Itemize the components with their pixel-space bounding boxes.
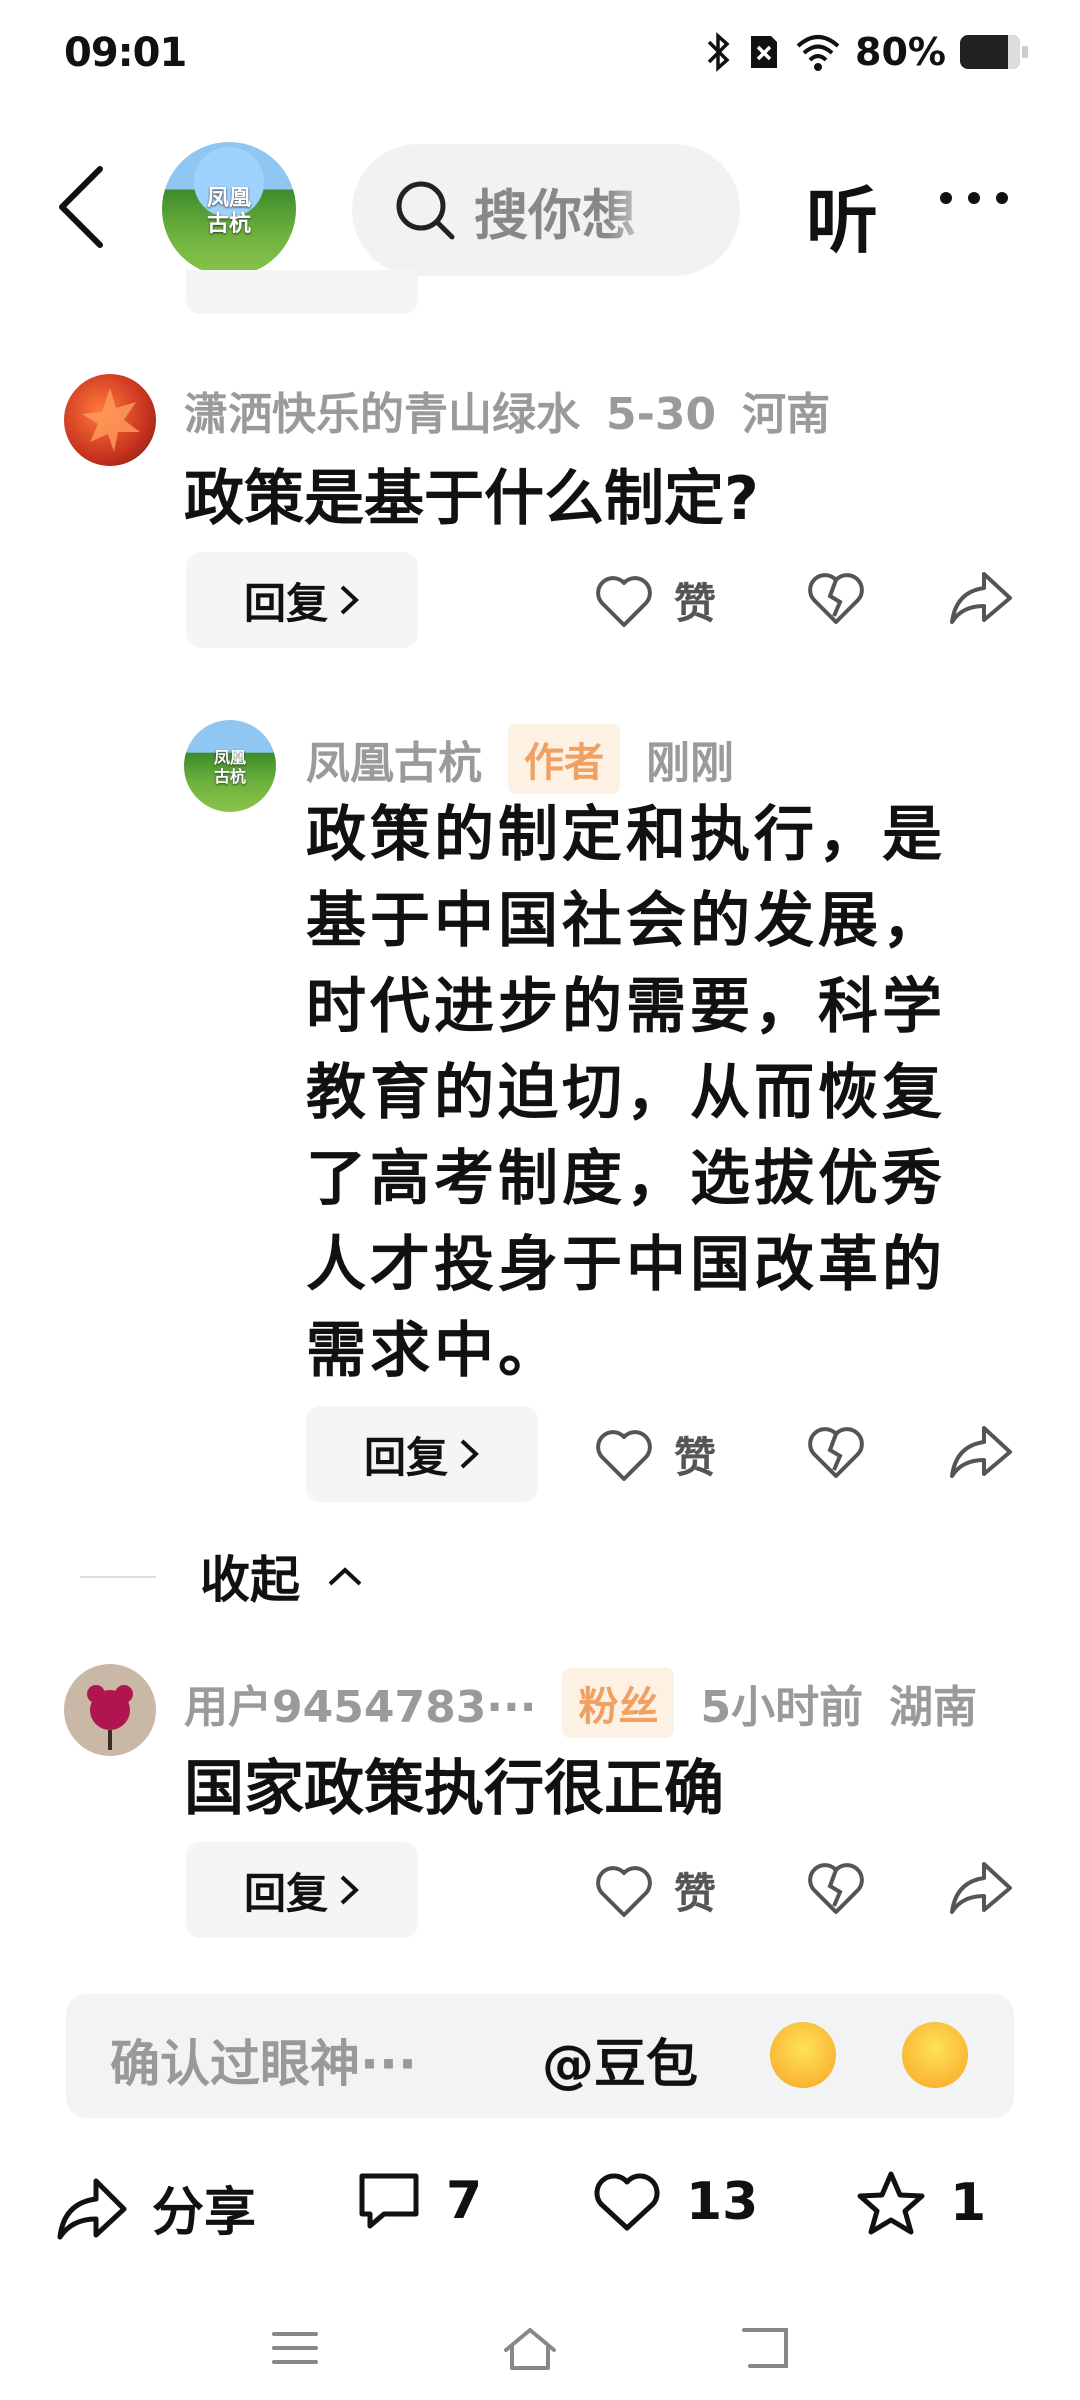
like-count: 13 [686,2172,759,2232]
maple-leaf-icon [82,388,140,452]
dislike-heart-icon[interactable] [806,1860,866,1916]
author-badge: 作者 [508,724,620,794]
favorite-count: 1 [950,2173,987,2233]
reply-button[interactable]: 回复 [186,1842,418,1938]
comment-date: 5小时前 [700,1682,864,1733]
comment-username[interactable]: 凤凰古杭 [306,727,482,791]
system-navigation-bar [0,2320,1080,2380]
like-label: 赞 [674,1869,717,1918]
comment-text: 国家政策执行很正确 [184,1754,724,1824]
comment-meta: 潇洒快乐的青山绿水 5-30 河南 [184,378,856,442]
reply-label: 回复 [363,1432,448,1482]
divider [80,1576,156,1578]
like-button[interactable]: 赞 [594,570,716,631]
share-action[interactable]: 分享 [56,2170,256,2245]
share-icon[interactable] [948,1858,1014,1918]
share-icon [57,2178,127,2239]
search-box[interactable]: 搜你想 [352,144,740,276]
wifi-icon [796,35,840,71]
status-icons: 80% [705,30,1028,74]
like-label: 赞 [674,1433,717,1482]
grin-emoji-icon[interactable] [770,2022,836,2088]
chevron-right-icon [340,585,359,615]
bottom-action-bar: 分享 7 13 1 [0,2158,1080,2268]
search-placeholder: 搜你想 [474,183,636,247]
reply-label: 回复 [243,1868,328,1918]
like-button[interactable]: 赞 [594,1424,716,1485]
comment-meta: 用户9454783··· 粉丝 5小时前 湖南 [184,1668,1003,1738]
share-label: 分享 [152,2183,257,2243]
share-icon[interactable] [948,1422,1014,1482]
chevron-up-icon [328,1567,362,1586]
like-button[interactable]: 赞 [594,1860,716,1921]
menu-nav-icon[interactable] [270,2326,320,2370]
avatar-text-line2: 古杭 [206,212,251,237]
comment-text: 政策是基于什么制定? [184,464,759,534]
dislike-heart-icon[interactable] [806,1424,866,1480]
mention-doubao-button[interactable]: @豆包 [542,2022,698,2097]
status-time: 09:01 [64,30,187,76]
heart-icon [596,575,652,627]
back-icon[interactable] [56,165,106,249]
comment-username[interactable]: 用户9454783··· [184,1671,536,1735]
chevron-right-icon [460,1439,479,1469]
heart-icon [596,1429,652,1481]
fan-badge: 粉丝 [562,1668,675,1738]
back-nav-icon[interactable] [740,2324,792,2372]
reply-button[interactable]: 回复 [186,552,418,648]
comment-date: 5-30 [606,389,717,440]
account-avatar[interactable]: 凤凰 古杭 [162,142,296,276]
comments-action[interactable]: 7 [356,2170,482,2232]
listen-button[interactable]: 听 [806,162,878,267]
comment-location: 河南 [742,389,831,440]
dislike-heart-icon[interactable] [806,570,866,626]
star-icon [857,2171,925,2235]
avatar-text-line1: 凤凰 [206,186,251,211]
avatar-text-line2: 古杭 [213,767,246,786]
comment-meta: 凤凰古杭 作者 刚刚 [306,724,760,794]
avatar-text-line1: 凤凰 [213,748,246,767]
input-placeholder: 确认过眼神··· [110,2035,417,2093]
more-icon[interactable] [940,192,1008,204]
comment-icon [359,2173,419,2229]
collapse-replies[interactable]: 收起 [80,1540,364,1612]
author-avatar[interactable]: 凤凰 古杭 [184,720,276,812]
bluetooth-icon [707,32,730,72]
flower-icon [87,1685,133,1750]
laugh-emoji-icon[interactable] [902,2022,968,2088]
avatar[interactable] [64,374,156,466]
partial-reply-button[interactable] [186,270,418,314]
battery-percent: 80% [855,30,946,74]
heart-icon [596,1865,652,1917]
comment-input[interactable]: 确认过眼神··· @豆包 [66,1994,1014,2118]
avatar[interactable] [64,1664,156,1756]
chevron-right-icon [340,1875,359,1905]
comment-date: 刚刚 [646,738,734,789]
search-icon [396,181,455,240]
share-icon[interactable] [948,568,1014,628]
reply-label: 回复 [243,578,328,628]
comment-username[interactable]: 潇洒快乐的青山绿水 [184,389,580,440]
heart-icon [594,2173,660,2231]
like-label: 赞 [674,579,717,628]
sim-blocked-icon [751,36,778,68]
battery-icon [960,35,1028,69]
comment-location: 湖南 [889,1682,978,1733]
comment-text: 政策的制定和执行，是基于中国社会的发展，时代进步的需要，科学教育的迫切，从而恢复… [306,800,946,1386]
collapse-label: 收起 [200,1551,300,1609]
comment-count: 7 [446,2171,483,2231]
home-nav-icon[interactable] [500,2324,560,2372]
favorite-action[interactable]: 1 [856,2170,986,2236]
like-action[interactable]: 13 [592,2170,758,2234]
reply-button[interactable]: 回复 [306,1406,538,1502]
